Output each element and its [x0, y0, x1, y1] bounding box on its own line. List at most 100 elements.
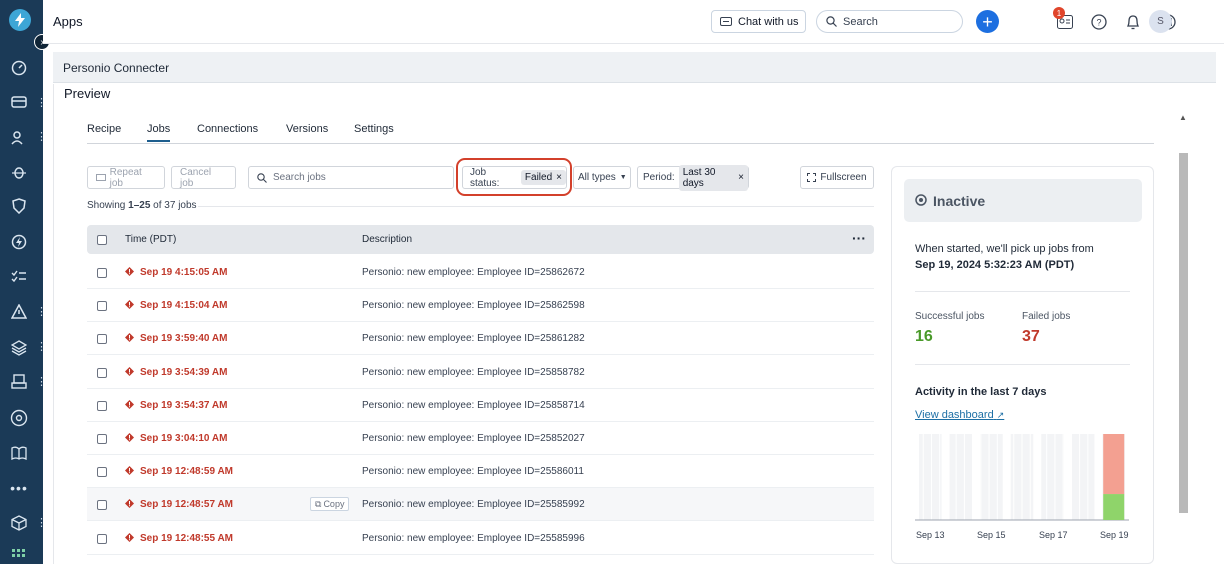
- user-avatar[interactable]: S: [1149, 10, 1172, 33]
- remove-chip-icon[interactable]: ×: [738, 172, 744, 183]
- row-checkbox[interactable]: [97, 467, 107, 477]
- row-checkbox[interactable]: [97, 534, 107, 544]
- job-time[interactable]: Sep 19 4:15:05 AM: [140, 267, 227, 278]
- book-icon[interactable]: [9, 443, 29, 463]
- table-row[interactable]: Sep 19 3:54:39 AM Personio: new employee:…: [87, 356, 874, 389]
- projects-icon[interactable]: [9, 92, 29, 112]
- fullscreen-button[interactable]: Fullscreen: [800, 166, 874, 189]
- table-row[interactable]: Sep 19 4:15:04 AM Personio: new employee:…: [87, 289, 874, 322]
- chat-with-us-button[interactable]: Chat with us: [711, 10, 806, 33]
- more-icon[interactable]: ⋮: [36, 132, 47, 143]
- row-checkbox[interactable]: [97, 401, 107, 411]
- activity-bar-chart: [915, 434, 1129, 521]
- job-time[interactable]: Sep 19 3:59:40 AM: [140, 333, 227, 344]
- failed-jobs-count: 37: [1022, 328, 1040, 345]
- error-icon: [125, 333, 134, 342]
- job-description: Personio: new employee: Employee ID=2585…: [362, 400, 585, 411]
- tab-jobs[interactable]: Jobs: [147, 123, 171, 142]
- cube-icon[interactable]: [9, 513, 29, 533]
- workato-logo-icon[interactable]: [9, 9, 31, 31]
- table-row[interactable]: Sep 19 4:15:05 AM Personio: new employee:…: [87, 256, 874, 289]
- global-search-input[interactable]: Search: [816, 10, 963, 33]
- column-options-icon[interactable]: ···: [852, 230, 866, 246]
- bell-icon[interactable]: [1122, 11, 1144, 33]
- status-label: Inactive: [933, 193, 986, 209]
- table-row[interactable]: Sep 19 3:04:10 AM Personio: new employee:…: [87, 422, 874, 455]
- results-count: Showing 1–25 of 37 jobs: [87, 200, 197, 211]
- fullscreen-icon: [807, 173, 817, 182]
- more-icon[interactable]: ⋮: [36, 307, 47, 318]
- row-checkbox[interactable]: [97, 334, 107, 344]
- layers-icon[interactable]: [9, 338, 29, 358]
- error-icon: [125, 367, 134, 376]
- column-time[interactable]: Time (PDT): [125, 234, 176, 245]
- shield-icon[interactable]: [9, 196, 29, 216]
- results-suffix: of 37 jobs: [150, 200, 197, 211]
- row-checkbox[interactable]: [97, 368, 107, 378]
- help-icon[interactable]: ?: [1088, 11, 1110, 33]
- cancel-job-button[interactable]: Cancel job: [171, 166, 236, 189]
- error-icon: [125, 466, 134, 475]
- table-row[interactable]: Sep 19 12:48:55 AM Personio: new employee…: [87, 522, 874, 555]
- results-range: 1–25: [128, 200, 151, 211]
- job-time[interactable]: Sep 19 12:48:57 AM: [140, 499, 233, 510]
- more-icon[interactable]: ⋮: [36, 342, 47, 353]
- view-dashboard-link[interactable]: View dashboard ↗: [915, 409, 1004, 421]
- warning-icon[interactable]: [9, 302, 29, 322]
- x-tick-label: Sep 13: [916, 530, 945, 540]
- dashboard-icon[interactable]: [9, 58, 29, 78]
- job-time[interactable]: Sep 19 3:54:39 AM: [140, 367, 227, 378]
- hub-icon[interactable]: [9, 408, 29, 428]
- row-checkbox[interactable]: [97, 268, 107, 278]
- period-filter[interactable]: Period: Last 30 days ×: [637, 164, 749, 191]
- search-jobs-input[interactable]: Search jobs: [248, 166, 454, 189]
- row-checkbox[interactable]: [97, 301, 107, 311]
- more-icon[interactable]: ⋮: [36, 377, 47, 388]
- repeat-job-button[interactable]: Repeat job: [87, 166, 165, 189]
- left-nav-rail: › ⋮ ⋮ ⋮ ⋮ ⋮ ••• ⋮: [0, 0, 50, 564]
- select-all-checkbox[interactable]: [97, 235, 107, 245]
- bar-successful[interactable]: [1103, 494, 1125, 520]
- users-icon[interactable]: [9, 128, 29, 148]
- tab-settings[interactable]: Settings: [354, 123, 394, 135]
- tab-versions[interactable]: Versions: [286, 123, 328, 135]
- period-chip[interactable]: Last 30 days ×: [678, 164, 748, 191]
- repeat-icon: [96, 174, 106, 181]
- job-time[interactable]: Sep 19 12:48:59 AM: [140, 466, 233, 477]
- job-description: Personio: new employee: Employee ID=2558…: [362, 499, 585, 510]
- table-row[interactable]: Sep 19 3:59:40 AM Personio: new employee:…: [87, 322, 874, 355]
- chat-icon: [720, 16, 732, 26]
- job-time[interactable]: Sep 19 3:54:37 AM: [140, 400, 227, 411]
- more-icon[interactable]: ⋮: [36, 98, 47, 109]
- more-apps-icon[interactable]: •••: [9, 478, 29, 498]
- job-type-select[interactable]: All types ▼: [573, 166, 631, 189]
- bar-failed[interactable]: [1103, 434, 1125, 495]
- checklist-icon[interactable]: [9, 267, 29, 287]
- app-grid-icon[interactable]: [9, 546, 29, 564]
- row-checkbox[interactable]: [97, 500, 107, 510]
- scrollbar-thumb[interactable]: [1179, 153, 1188, 513]
- table-row[interactable]: Sep 19 3:54:37 AM Personio: new employee:…: [87, 389, 874, 422]
- table-row[interactable]: Sep 19 12:48:59 AM Personio: new employee…: [87, 455, 874, 488]
- scroll-up-icon[interactable]: ▲: [1179, 113, 1187, 122]
- copy-icon: ⧉: [315, 498, 322, 509]
- bug-icon[interactable]: [9, 162, 29, 182]
- project-title: Personio Connecter: [63, 61, 170, 75]
- more-icon[interactable]: ⋮: [36, 518, 47, 529]
- row-checkbox[interactable]: [97, 434, 107, 444]
- copy-button[interactable]: ⧉ Copy: [310, 497, 350, 511]
- top-header: Apps: [43, 0, 1224, 44]
- tab-recipe[interactable]: Recipe: [87, 123, 121, 135]
- job-time[interactable]: Sep 19 4:15:04 AM: [140, 300, 227, 311]
- lightning-icon[interactable]: [9, 232, 29, 252]
- tab-connections[interactable]: Connections: [197, 123, 258, 135]
- table-row[interactable]: Sep 19 12:48:57 AM ⧉ Copy Personio: new emp…: [87, 488, 874, 521]
- chart-slot-bg: [1041, 434, 1064, 520]
- vertical-scrollbar[interactable]: ▲: [1176, 113, 1190, 564]
- printer-icon[interactable]: [9, 372, 29, 392]
- job-time[interactable]: Sep 19 12:48:55 AM: [140, 533, 233, 544]
- chart-slot-bg: [919, 434, 942, 520]
- recipe-tabs: Recipe Jobs Connections Versions Setting…: [87, 122, 1154, 144]
- create-button[interactable]: +: [976, 10, 999, 33]
- job-time[interactable]: Sep 19 3:04:10 AM: [140, 433, 227, 444]
